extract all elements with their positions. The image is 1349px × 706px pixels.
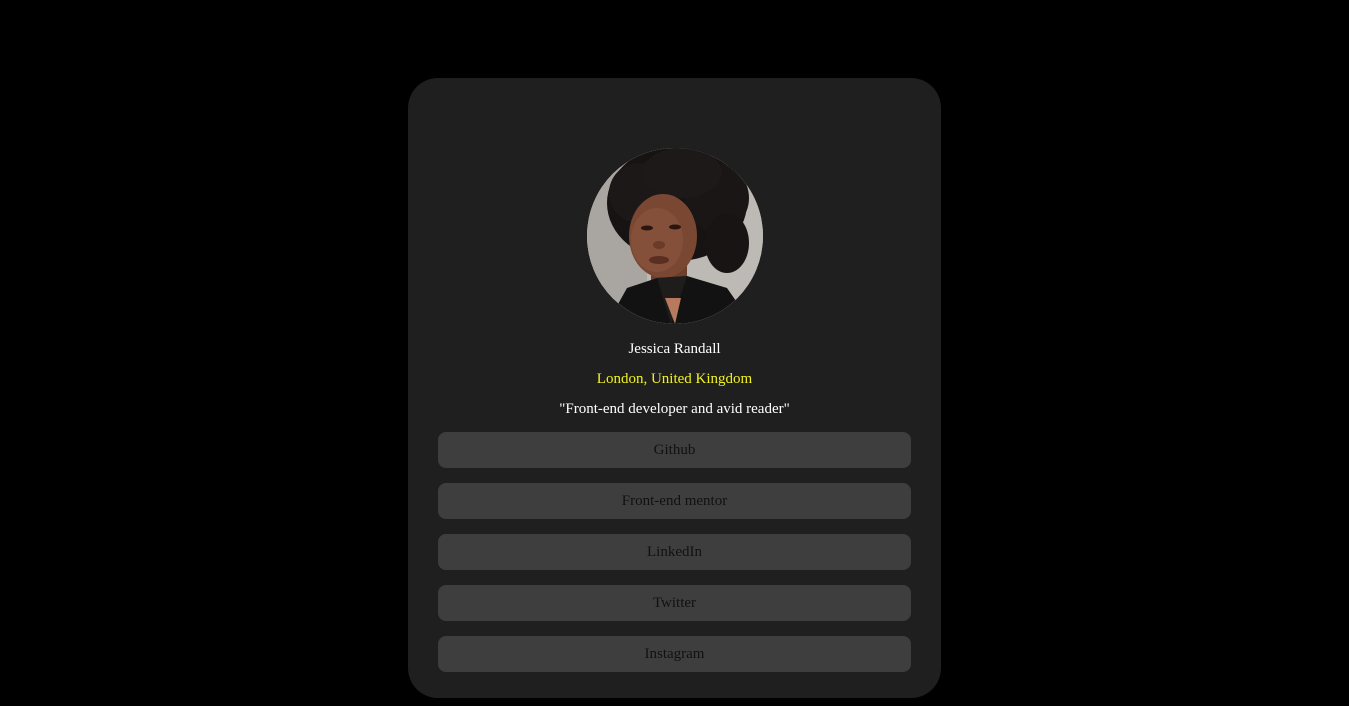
profile-name: Jessica Randall xyxy=(628,341,721,357)
profile-card: Jessica Randall London, United Kingdom "… xyxy=(408,78,941,698)
profile-location: London, United Kingdom xyxy=(596,371,753,387)
twitter-link-button[interactable]: Twitter xyxy=(438,585,911,621)
github-link-button[interactable]: Github xyxy=(438,432,911,468)
linkedin-link-button[interactable]: LinkedIn xyxy=(438,534,911,570)
social-links: Github Front-end mentor LinkedIn Twitter… xyxy=(438,432,911,687)
avatar-photo xyxy=(587,148,763,324)
instagram-link-button[interactable]: Instagram xyxy=(438,636,911,672)
frontend-mentor-link-button[interactable]: Front-end mentor xyxy=(438,483,911,519)
profile-bio: "Front-end developer and avid reader" xyxy=(559,401,790,417)
avatar xyxy=(587,148,763,324)
